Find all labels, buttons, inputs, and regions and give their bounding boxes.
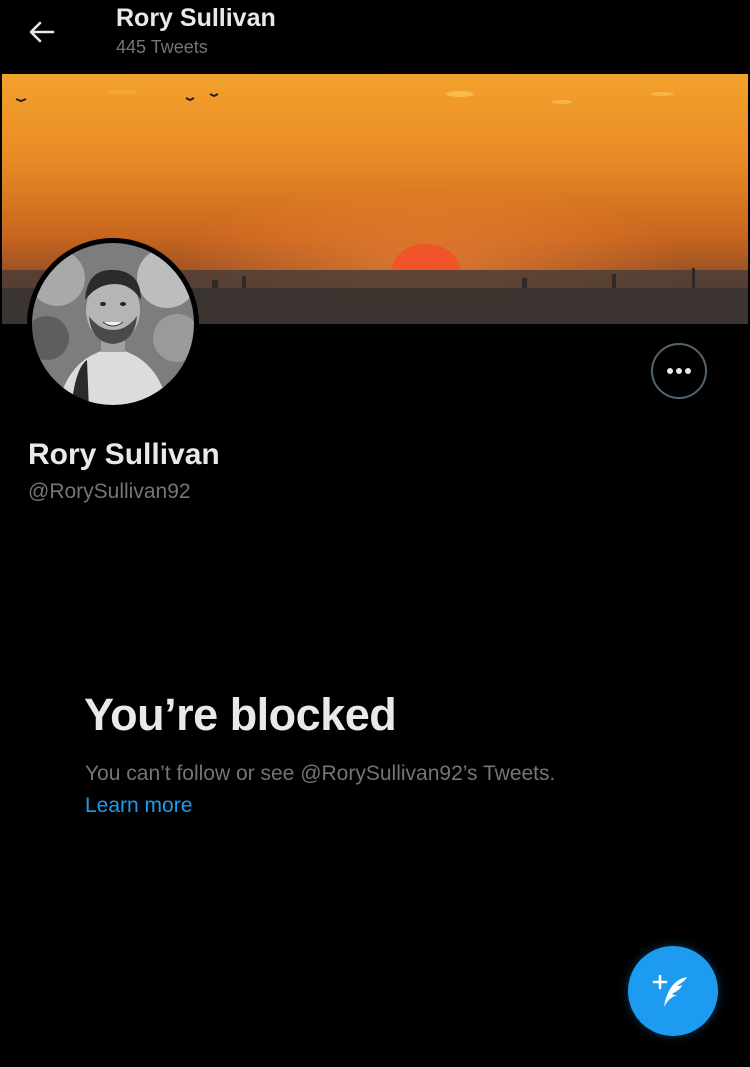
profile-handle: @RorySullivan92 (28, 480, 191, 503)
profile-avatar[interactable] (27, 238, 199, 410)
more-options-button[interactable] (651, 343, 707, 399)
arrow-left-icon (29, 21, 55, 43)
more-horizontal-icon (667, 368, 691, 374)
learn-more-link[interactable]: Learn more (85, 794, 192, 818)
blocked-title: You’re blocked (84, 689, 397, 740)
back-button[interactable] (22, 14, 62, 50)
header-tweet-count: 445 Tweets (116, 37, 208, 57)
compose-tweet-icon (652, 974, 687, 1007)
top-app-bar: Rory Sullivan 445 Tweets (0, 0, 750, 72)
blocked-description: You can’t follow or see @RorySullivan92’… (85, 762, 556, 785)
profile-display-name: Rory Sullivan (28, 438, 220, 471)
header-title: Rory Sullivan (116, 4, 276, 32)
compose-tweet-button[interactable] (628, 946, 718, 1036)
